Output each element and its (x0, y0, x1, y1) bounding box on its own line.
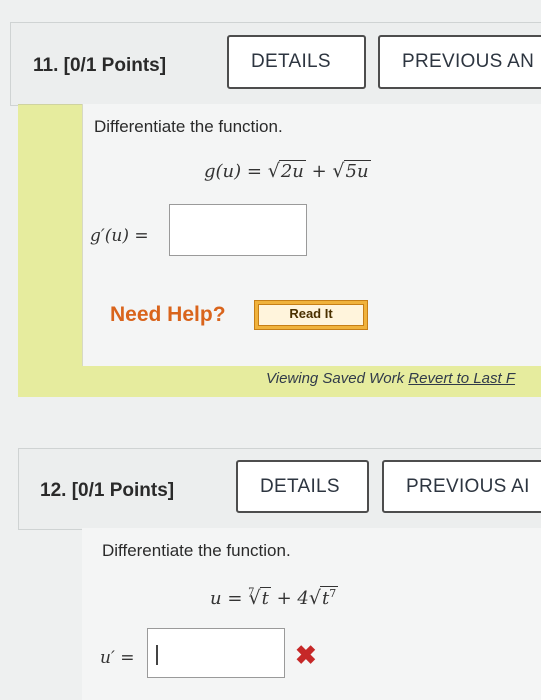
text-cursor (156, 645, 158, 665)
read-it-button[interactable]: Read It (254, 300, 368, 330)
answer-input-11[interactable] (169, 204, 307, 256)
radicand: 5u (343, 160, 371, 182)
problem-11-title: 11. [0/1 Points] (33, 55, 167, 76)
problem-12-equation: u = 7√t + 4√t7 (210, 586, 339, 609)
need-help-label: Need Help? (110, 303, 226, 326)
problem-12-prompt: Differentiate the function. (102, 541, 291, 560)
root-index: 7 (248, 587, 255, 598)
eq-lhs: g(u) = (204, 161, 262, 182)
answer-label-12: u′ = (100, 648, 135, 668)
radicand-exponent: 7 (329, 587, 337, 600)
saved-work-status: Viewing Saved Work Revert to Last F (266, 370, 515, 387)
problem-11-prompt: Differentiate the function. (94, 117, 283, 136)
radicand: 2u (278, 160, 306, 182)
previous-answers-button-11[interactable]: PREVIOUS AN (378, 35, 541, 89)
viewing-saved-work: Viewing Saved Work (266, 370, 405, 387)
eq-plus-coefficient: + 4 (276, 588, 309, 609)
details-button-11[interactable]: DETAILS (227, 35, 366, 89)
problem-12-title: 12. [0/1 Points] (40, 480, 175, 501)
eq-lhs: u = (210, 588, 243, 609)
revert-link[interactable]: Revert to Last F (408, 370, 515, 387)
radicand: t (259, 587, 271, 609)
incorrect-x-icon: ✖ (295, 640, 317, 670)
problem-11-equation: g(u) = √2u + √5u (204, 160, 371, 182)
previous-answers-button-12[interactable]: PREVIOUS AI (382, 460, 541, 513)
answer-label-11: g′(u) = (90, 226, 149, 246)
details-button-12[interactable]: DETAILS (236, 460, 369, 513)
answer-input-12[interactable] (147, 628, 285, 678)
eq-plus: + (311, 161, 327, 182)
radicand: t7 (319, 586, 339, 609)
